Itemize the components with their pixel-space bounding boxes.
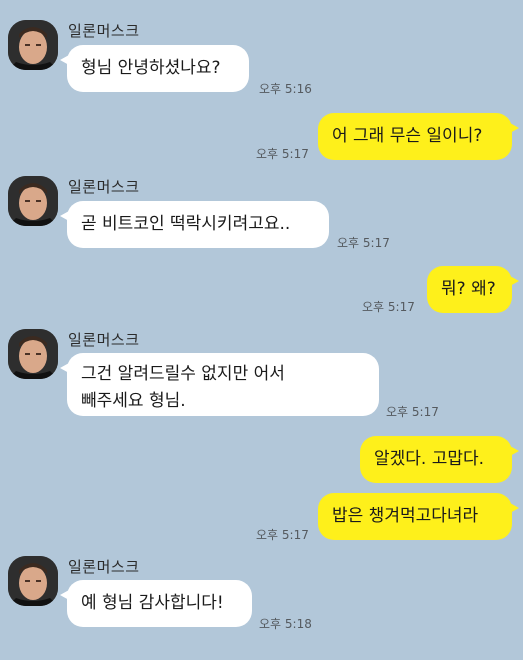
message-text: 그건 알려드릴수 없지만 어서 빼주세요 형님.: [81, 361, 285, 415]
sender-name: 일론머스크: [68, 178, 140, 196]
sender-avatar[interactable]: [8, 20, 58, 70]
message-bubble[interactable]: 뭐? 왜?: [427, 266, 519, 313]
message-time: 오후 5:16: [259, 82, 312, 96]
message-line: 그건 알려드릴수 없지만 어서: [81, 364, 285, 384]
sender-avatar[interactable]: [8, 329, 58, 379]
message-time: 오후 5:17: [256, 147, 309, 161]
message-line: 빼주세요 형님.: [81, 391, 186, 411]
message-time: 오후 5:17: [386, 405, 439, 419]
chat-room: 일론머스크 형님 안녕하셨나요? 오후 5:16 오후 5:17 어 그래 무슨…: [0, 0, 523, 660]
sender-name: 일론머스크: [68, 558, 140, 576]
message-time: 오후 5:18: [259, 617, 312, 631]
message-bubble[interactable]: 형님 안녕하셨나요?: [60, 45, 249, 92]
message-time: 오후 5:17: [362, 300, 415, 314]
sender-name: 일론머스크: [68, 22, 140, 40]
message-bubble[interactable]: 예 형님 감사합니다!: [60, 580, 252, 627]
message-bubble[interactable]: 밥은 챙겨먹고다녀라: [318, 493, 519, 540]
message-time: 오후 5:17: [337, 236, 390, 250]
message-bubble[interactable]: 어 그래 무슨 일이니?: [318, 113, 519, 160]
message-bubble[interactable]: 알겠다. 고맙다.: [360, 436, 519, 483]
message-bubble[interactable]: 그건 알려드릴수 없지만 어서 빼주세요 형님.: [60, 353, 379, 416]
message-bubble[interactable]: 곧 비트코인 떡락시키려고요..: [60, 201, 329, 248]
sender-name: 일론머스크: [68, 331, 140, 349]
sender-avatar[interactable]: [8, 176, 58, 226]
sender-avatar[interactable]: [8, 556, 58, 606]
message-time: 오후 5:17: [256, 528, 309, 542]
